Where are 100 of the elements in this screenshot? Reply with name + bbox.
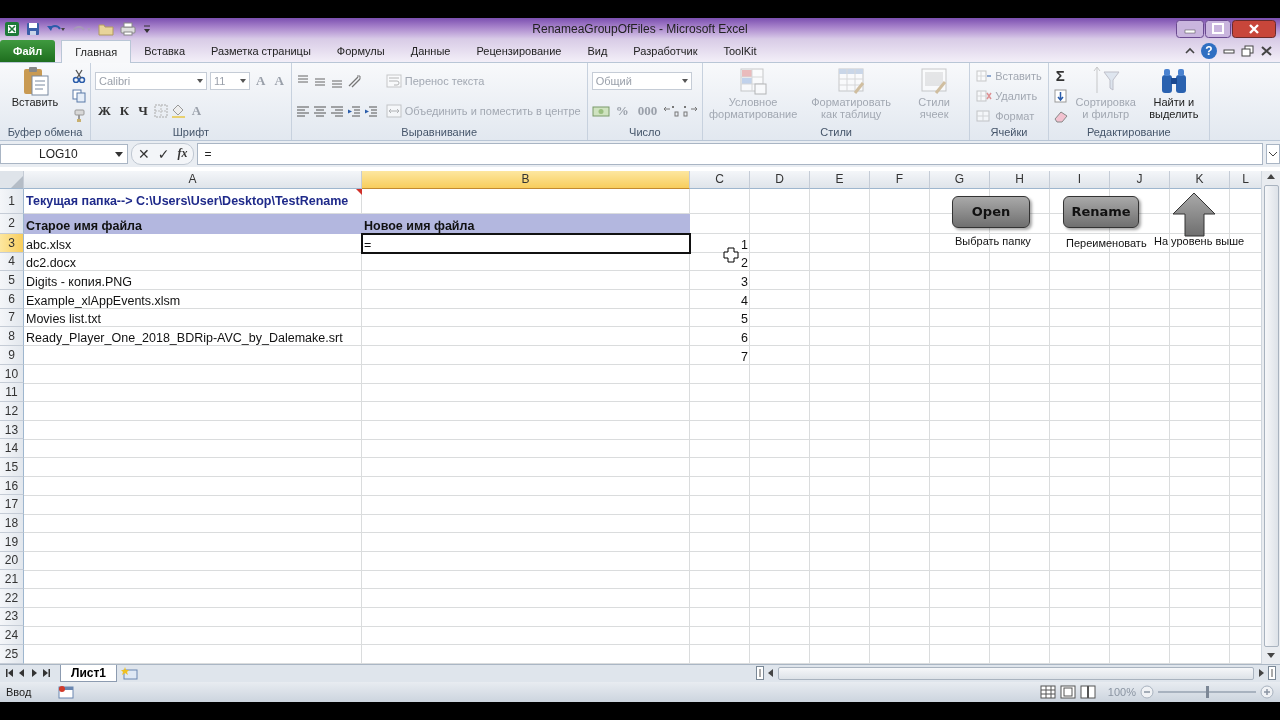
help-button[interactable]: ? (1201, 43, 1217, 60)
scissors-icon[interactable] (72, 68, 86, 83)
table-cell[interactable]: 4 (690, 289, 750, 309)
split-handle-icon[interactable] (756, 666, 764, 681)
table-cell[interactable]: 7 (690, 346, 750, 365)
column-header[interactable]: J (1110, 170, 1170, 189)
ribbon-tab[interactable]: Вид (574, 40, 621, 63)
cancel-button[interactable]: ✕ (138, 145, 150, 162)
scroll-right-icon[interactable] (1257, 668, 1265, 679)
row-header[interactable]: 5 (0, 271, 24, 290)
row-header[interactable]: 21 (0, 570, 24, 589)
ribbon-tab[interactable]: Данные (397, 40, 464, 63)
table-cell[interactable]: Текущая папка--> C:\Users\User\Desktop\TestRename (24, 188, 362, 214)
column-header[interactable]: B (362, 170, 690, 189)
ribbon-tab[interactable]: ToolKit (710, 40, 770, 63)
table-cell[interactable]: dc2.docx (24, 252, 362, 272)
brush-icon[interactable] (72, 109, 86, 124)
align-center-icon[interactable] (312, 104, 327, 119)
fill-down-icon[interactable] (1052, 88, 1069, 103)
expand-formula-icon[interactable] (1266, 143, 1280, 164)
up-arrow-shape[interactable] (1172, 191, 1218, 238)
row-header[interactable]: 24 (0, 626, 24, 645)
align-right-icon[interactable] (329, 104, 344, 119)
column-header[interactable]: F (870, 170, 930, 189)
paint-bucket-icon[interactable] (170, 104, 186, 119)
minimize-icon[interactable] (1176, 19, 1204, 38)
close-icon[interactable] (1232, 19, 1276, 38)
enter-button[interactable]: ✓ (157, 145, 170, 162)
name-box[interactable]: LOG10 (0, 143, 128, 164)
file-tab[interactable]: Файл (0, 40, 56, 63)
sheet-tab[interactable]: Лист1 (60, 664, 118, 682)
scroll-left-icon[interactable] (767, 668, 775, 679)
restore-icon[interactable] (1241, 45, 1255, 58)
close-icon[interactable] (1260, 45, 1274, 58)
printer-icon[interactable] (120, 21, 136, 36)
split-handle-icon[interactable] (1268, 666, 1276, 681)
scrollbar-thumb[interactable] (1263, 184, 1279, 647)
previous-sheet-icon[interactable] (18, 668, 26, 679)
table-cell[interactable]: Старое имя файла (24, 213, 362, 234)
column-header[interactable]: A (24, 170, 362, 189)
formula-field[interactable]: = (197, 142, 1263, 165)
ribbon-tab[interactable]: Разработчик (620, 40, 711, 63)
ribbon-tab[interactable]: Главная (61, 40, 132, 64)
macro-button[interactable]: Open (952, 195, 1030, 228)
indent-icon[interactable] (363, 104, 378, 119)
column-header[interactable]: G (930, 170, 990, 189)
table-cell[interactable]: 5 (690, 308, 750, 328)
ribbon-tab[interactable]: Формулы (323, 40, 398, 63)
table-cell[interactable]: abc.xlsx (24, 233, 362, 253)
align-left-icon[interactable] (295, 104, 310, 119)
page-break-icon[interactable] (1080, 684, 1096, 699)
macro-button[interactable]: Rename (1063, 195, 1139, 228)
row-header[interactable]: 1 (0, 188, 24, 214)
first-sheet-icon[interactable] (6, 668, 14, 679)
zoom-slider-thumb[interactable] (1206, 685, 1209, 698)
row-header[interactable]: 2 (0, 213, 24, 234)
table-cell[interactable]: Movies list.txt (24, 308, 362, 328)
ribbon-tab[interactable]: Вставка (131, 40, 199, 63)
table-cell[interactable]: Новое имя файла (362, 213, 690, 234)
column-header[interactable]: L (1230, 170, 1261, 189)
row-header[interactable]: 17 (0, 495, 24, 515)
toolbar-button[interactable]: Ж (95, 101, 114, 122)
outdent-icon[interactable] (346, 104, 361, 119)
row-header[interactable]: 12 (0, 402, 24, 421)
row-header[interactable]: 14 (0, 439, 24, 459)
maximize-icon[interactable] (1205, 19, 1231, 38)
eraser-icon[interactable] (1052, 109, 1069, 124)
column-header[interactable]: D (750, 170, 810, 189)
column-header[interactable]: I (1050, 170, 1110, 189)
table-cell[interactable]: = (362, 233, 690, 253)
ribbon-tab[interactable]: Рецензирование (463, 40, 575, 63)
table-cell[interactable]: 6 (690, 327, 750, 346)
column-header[interactable]: H (990, 170, 1050, 189)
column-header[interactable]: K (1170, 170, 1230, 189)
row-header[interactable]: 8 (0, 327, 24, 346)
table-cell[interactable]: 3 (690, 271, 750, 290)
row-header[interactable]: 18 (0, 514, 24, 533)
increase-decimal-icon[interactable] (663, 104, 680, 119)
next-sheet-icon[interactable] (30, 668, 38, 679)
table-cell[interactable]: Example_xlAppEvents.xlsm (24, 289, 362, 309)
insert-function-button[interactable]: fx (177, 146, 188, 162)
column-header[interactable]: C (690, 170, 750, 189)
folder-icon[interactable] (98, 21, 114, 36)
ribbon-tab[interactable]: Разметка страницы (198, 40, 324, 63)
normal-view-icon[interactable] (1040, 684, 1056, 699)
record-macro-icon[interactable] (58, 684, 74, 699)
table-cell[interactable]: 2 (690, 252, 750, 272)
page-layout-icon[interactable] (1060, 684, 1076, 699)
toolbar-button[interactable]: Σ (1052, 65, 1068, 86)
row-header[interactable]: 15 (0, 458, 24, 477)
ribbon-button[interactable]: Вставить (4, 66, 66, 126)
toolbar-button[interactable]: Ч (135, 101, 151, 122)
table-cell[interactable]: Ready_Player_One_2018_BDRip-AVC_by_Dalemake.srt (24, 327, 362, 346)
angled-text-icon[interactable] (346, 73, 363, 88)
save-icon[interactable] (26, 21, 40, 36)
table-cell[interactable]: Digits - копия.PNG (24, 271, 362, 290)
last-sheet-icon[interactable] (42, 668, 50, 679)
zoom-out-icon[interactable] (1140, 684, 1154, 699)
row-header[interactable]: 11 (0, 383, 24, 403)
zoom-in-icon[interactable] (1260, 684, 1274, 699)
